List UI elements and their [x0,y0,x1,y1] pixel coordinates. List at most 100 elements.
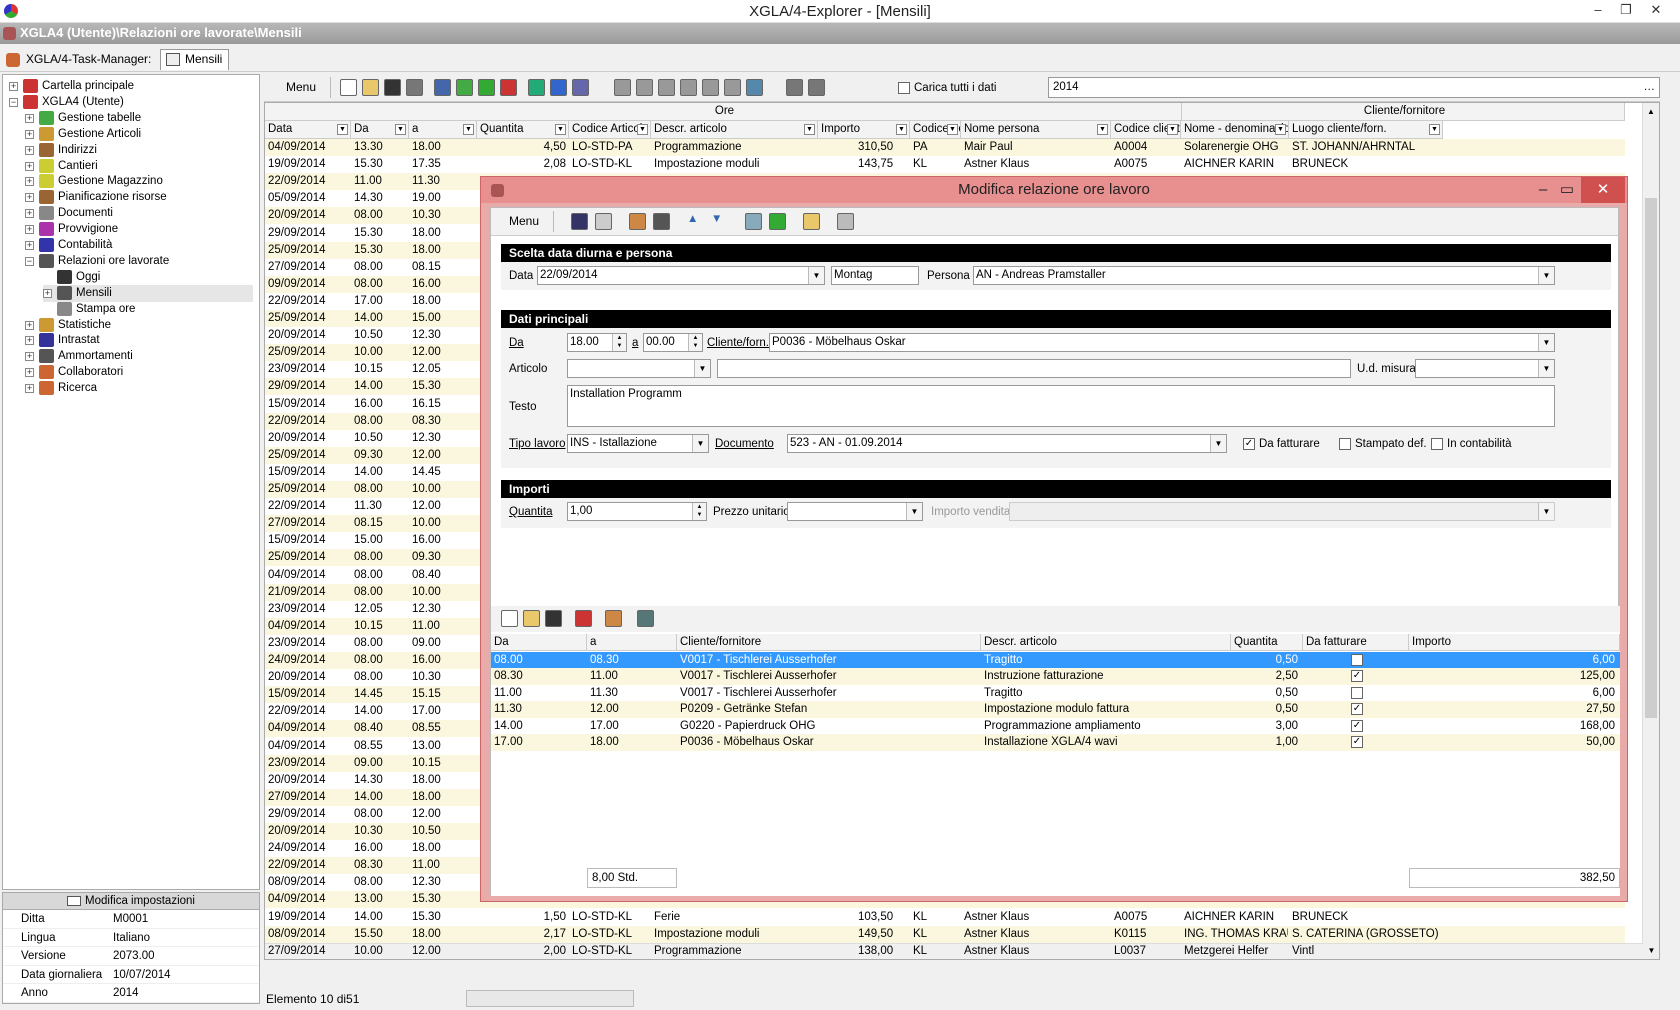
detail-column-header[interactable]: Quantita [1231,634,1303,651]
settings-row[interactable]: Versione 2073.00 [3,947,259,966]
expand-toggle-icon[interactable]: + [25,241,34,250]
year-filter-input[interactable]: 2014… [1048,77,1660,98]
refresh-icon[interactable] [769,213,786,230]
close-icon[interactable]: ✕ [1642,0,1670,22]
settings-header[interactable]: Modifica impostazioni [3,893,259,910]
quantita-field[interactable]: 1,00 ▲ ▼ [567,502,707,521]
cliente-select[interactable]: P0036 - Möbelhaus Oskar ▼ [769,333,1555,352]
detail-column-header[interactable]: Da fatturare [1303,634,1409,651]
tree-item[interactable]: + Intrastat [25,332,253,349]
expand-toggle-icon[interactable]: + [25,129,34,139]
chevron-down-icon[interactable]: ▼ [1538,334,1554,351]
copy-record-icon[interactable] [629,213,646,230]
dialog-minimize-icon[interactable]: – [1531,177,1555,203]
filter-icon[interactable]: ▼ [896,124,907,135]
print-icon[interactable] [406,79,423,96]
grid-icon[interactable] [636,79,653,96]
tree-item[interactable]: − Relazioni ore lavorate [25,253,253,270]
more-icon[interactable]: … [1644,78,1656,97]
tree-item[interactable]: Stampa ore [43,301,253,318]
column-header[interactable]: Luogo cliente/forn. ▼ [1289,121,1443,139]
tree-item[interactable]: + Gestione tabelle [25,110,253,127]
delete-row-icon[interactable] [545,610,562,627]
calendar-icon[interactable] [605,610,622,627]
chevron-down-icon[interactable]: ▼ [692,435,708,452]
chevron-down-icon[interactable]: ▼ [694,360,710,377]
filter-icon[interactable]: ▼ [337,124,348,135]
detail-column-header[interactable]: Descr. articolo [981,634,1231,651]
attach-icon[interactable] [837,213,854,230]
detail-column-header[interactable]: Cliente/fornitore [677,634,981,651]
filter-icon[interactable]: ▼ [947,124,958,135]
expand-toggle-icon[interactable]: + [9,82,18,91]
new-icon[interactable] [340,79,357,96]
save-icon[interactable] [571,213,588,230]
column-header[interactable]: a ▼ [409,121,477,139]
da-fatturare-row-checkbox[interactable] [1351,654,1363,666]
detail-row[interactable]: 11.00 11.30 V0017 - Tischlerei Ausserhofer… [491,685,1620,702]
minimize-icon[interactable]: – [1584,0,1612,22]
articolo-description-field[interactable] [717,359,1351,378]
expand-toggle-icon[interactable]: + [25,193,34,203]
new-row-icon[interactable] [501,610,518,627]
dialog-close-button[interactable]: ✕ [1581,177,1625,203]
date-field[interactable]: 22/09/2014 ▼ [537,266,825,285]
a-time-field[interactable]: 00.00 ▲ ▼ [643,333,703,352]
detail-column-header[interactable]: Importo [1409,634,1620,651]
tree-item[interactable]: + Ricerca [25,380,253,397]
da-fatturare-row-checkbox[interactable]: ✓ [1351,703,1363,716]
settings-row[interactable]: Ditta M0001 [3,910,259,929]
arrow-up-icon[interactable]: ▲ [687,213,704,230]
search-icon[interactable] [434,79,451,96]
da-fatturare-row-checkbox[interactable]: ✓ [1351,719,1363,732]
print-icon[interactable] [653,213,670,230]
detail-row[interactable]: 11.30 12.00 P0209 - Getränke Stefan Imposta… [491,701,1620,719]
delete-icon[interactable] [384,79,401,96]
da-fatturare-row-checkbox[interactable] [1351,686,1363,699]
filter-icon[interactable]: ▼ [637,124,648,135]
stampato-checkbox[interactable] [1339,438,1351,450]
settings-icon[interactable] [572,79,589,96]
filter-icon[interactable]: ▼ [1097,124,1108,135]
chevron-down-icon[interactable]: ▼ [1210,435,1226,452]
table-row[interactable]: 04/09/2014 13.30 18.00 4,50 LO-STD-PA Program… [265,139,1625,156]
column-header[interactable]: Nome persona ▼ [961,121,1111,139]
arrow-down-icon[interactable]: ▼ [711,213,728,230]
tipo-lavoro-select[interactable]: INS - Istallazione ▼ [567,434,709,453]
tree-item[interactable]: + Provvigione [25,221,253,238]
tree-item[interactable]: + Indirizzi [25,142,253,159]
tree-item[interactable]: + Gestione Articoli [25,126,253,143]
column-header[interactable]: Da ▼ [351,121,409,139]
filter-icon[interactable]: ▼ [804,124,815,135]
expand-toggle-icon[interactable]: + [25,177,34,187]
udm-select[interactable]: ▼ [1415,359,1555,378]
expand-toggle-icon[interactable]: + [25,145,34,155]
tree-item[interactable]: + Documenti [25,205,253,222]
table-icon[interactable] [658,79,675,96]
dialog-menu-button[interactable]: Menu [495,211,555,232]
expand-toggle-icon[interactable]: + [25,352,34,362]
folder-icon[interactable] [803,213,820,230]
filter-icon[interactable]: ▼ [463,124,474,135]
tree-item[interactable]: + Ammortamenti [25,348,253,365]
copy-icon[interactable] [550,79,567,96]
open-row-icon[interactable] [523,610,540,627]
column-header[interactable]: Data ▼ [265,121,351,139]
filter-icon[interactable]: ▼ [395,124,406,135]
column-header[interactable]: Descr. articolo ▼ [651,121,818,139]
tree-item[interactable]: − XGLA4 (Utente) [9,94,253,111]
prezzo-select[interactable]: ▼ [787,502,923,521]
testo-textarea[interactable]: Installation Programm [567,385,1555,427]
tree-item[interactable]: + Contabilità [25,237,253,254]
scroll-thumb[interactable] [1645,198,1657,718]
detail-row[interactable]: 14.00 17.00 G0220 - Papierdruck OHG Program… [491,718,1620,735]
table-row[interactable]: 27/09/2014 10.00 12.00 2,00 LO-STD-KL Program… [265,943,1625,959]
tab-mensili[interactable]: Mensili [160,49,230,70]
expand-toggle-icon[interactable]: + [25,336,34,346]
table-row[interactable]: 19/09/2014 14.00 15.30 1,50 LO-STD-KL Ferie 10… [265,909,1625,926]
expand-toggle-icon[interactable]: − [9,97,18,107]
grid-vertical-scrollbar[interactable]: ▲ ▼ [1642,103,1659,959]
tree-item[interactable]: + Cantieri [25,158,253,175]
chevron-down-icon[interactable]: ▼ [1538,360,1554,377]
save-close-icon[interactable] [595,213,612,230]
